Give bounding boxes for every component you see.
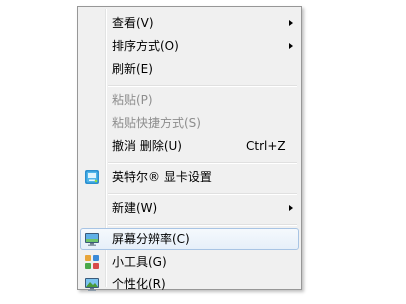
menu-item-screen-resolution[interactable]: 屏幕分辨率(C): [80, 228, 299, 250]
menu-separator: [108, 85, 297, 87]
menu-item-personalize[interactable]: 个性化(R): [80, 273, 299, 295]
submenu-arrow-icon: [289, 205, 293, 211]
submenu-arrow-icon: [289, 43, 293, 49]
menu-item-gadgets[interactable]: 小工具(G): [80, 251, 299, 273]
gadgets-icon: [85, 255, 99, 269]
menu-item-new-label: 新建(W): [112, 201, 158, 215]
personalize-icon: [85, 278, 99, 291]
menu-separator: [108, 193, 297, 195]
menu-item-personalize-label: 个性化(R): [112, 277, 166, 291]
menu-item-refresh[interactable]: 刷新(E): [80, 58, 299, 80]
display-resolution-icon: [85, 233, 99, 246]
menu-item-new[interactable]: 新建(W): [80, 197, 299, 219]
menu-item-view-label: 查看(V): [112, 16, 154, 30]
menu-item-undo-shortcut: Ctrl+Z: [246, 139, 286, 153]
menu-item-sort-by[interactable]: 排序方式(O): [80, 35, 299, 57]
desktop-context-menu: 查看(V) 排序方式(O) 刷新(E) 粘贴(P) 粘贴快捷方式(S) 撤消 删…: [77, 6, 302, 291]
menu-item-undo-delete-label: 撤消 删除(U): [112, 139, 182, 153]
menu-item-intel-graphics-label: 英特尔® 显卡设置: [112, 170, 212, 184]
menu-item-paste: 粘贴(P): [80, 89, 299, 111]
menu-item-undo-delete[interactable]: 撤消 删除(U) Ctrl+Z: [80, 135, 299, 157]
menu-item-intel-graphics[interactable]: 英特尔® 显卡设置: [80, 166, 299, 188]
submenu-arrow-icon: [289, 20, 293, 26]
menu-item-sort-by-label: 排序方式(O): [112, 39, 179, 53]
menu-item-view[interactable]: 查看(V): [80, 12, 299, 34]
menu-item-paste-shortcut: 粘贴快捷方式(S): [80, 112, 299, 134]
menu-item-screen-resolution-label: 屏幕分辨率(C): [112, 232, 190, 246]
menu-item-gadgets-label: 小工具(G): [112, 255, 167, 269]
menu-item-paste-shortcut-label: 粘贴快捷方式(S): [112, 116, 201, 130]
menu-separator: [108, 162, 297, 164]
intel-graphics-icon: [85, 170, 99, 184]
menu-separator: [108, 224, 297, 226]
menu-item-refresh-label: 刷新(E): [112, 62, 153, 76]
menu-item-paste-label: 粘贴(P): [112, 93, 153, 107]
